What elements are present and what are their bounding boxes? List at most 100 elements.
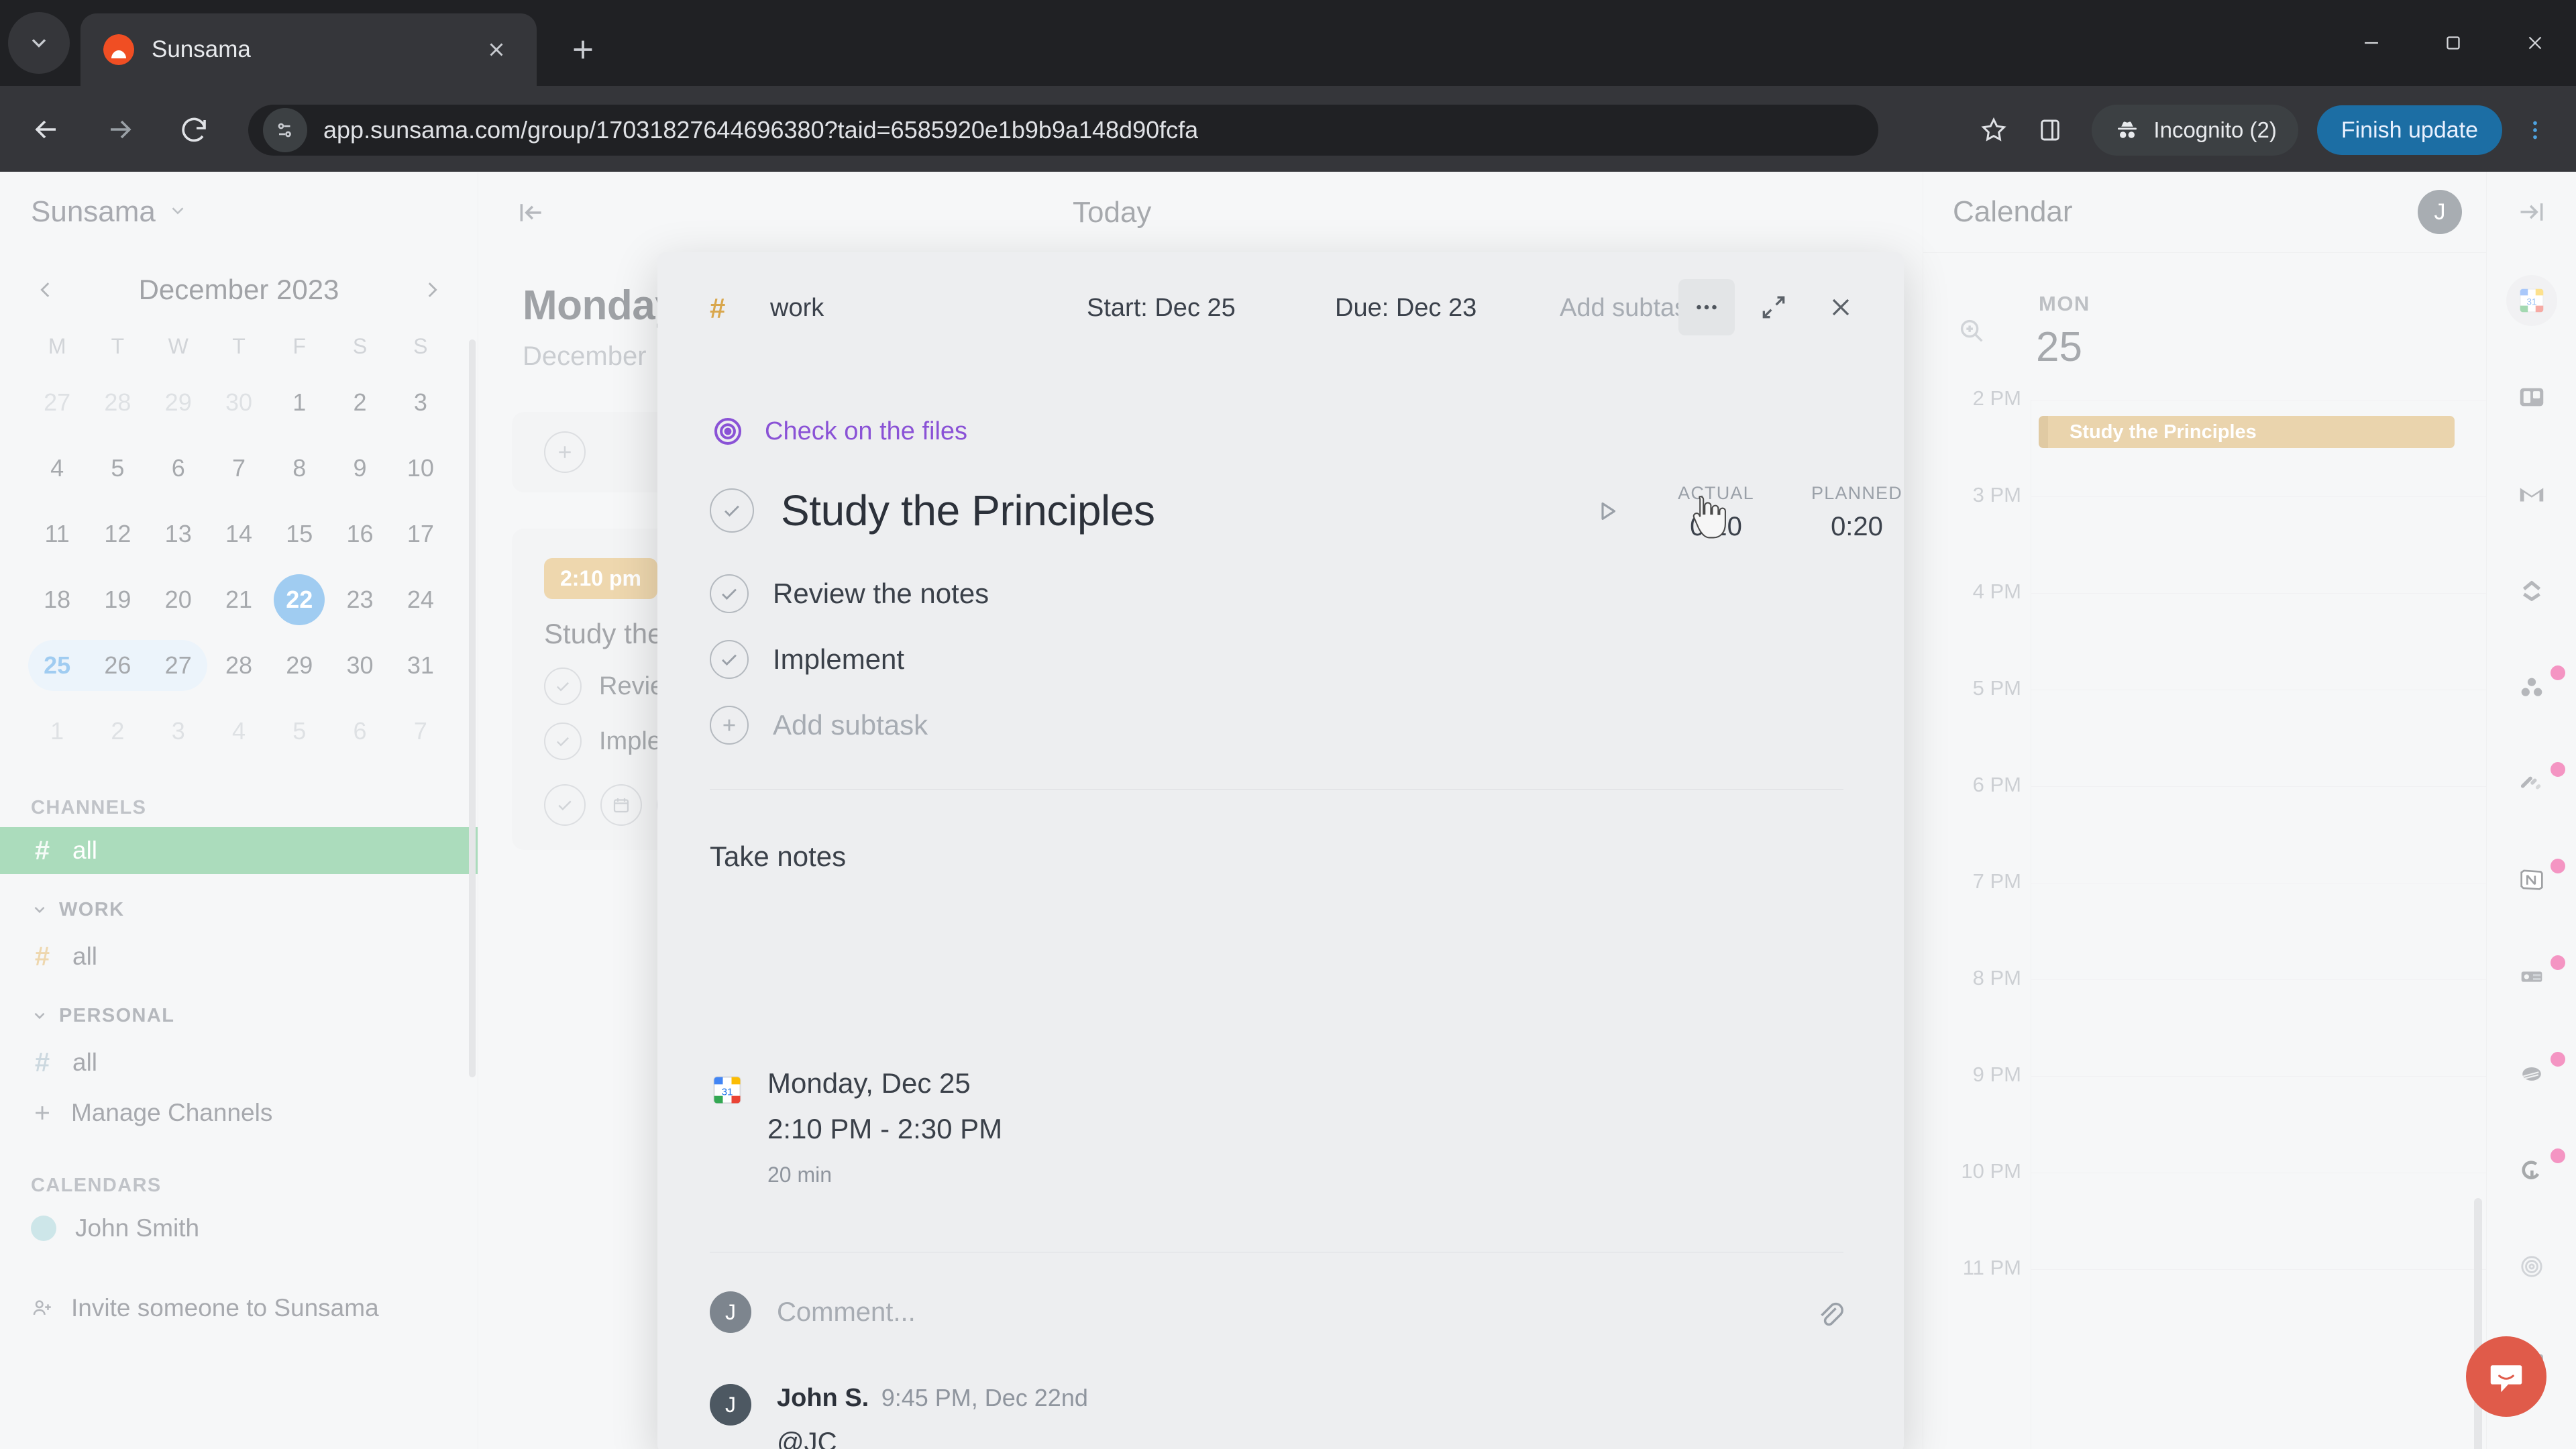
mini-calendar-day[interactable]: 2 (329, 372, 390, 433)
bookmark-button[interactable] (1968, 105, 2019, 156)
sidebar-group-work[interactable]: WORK (0, 886, 478, 933)
collapse-sidebar-button[interactable] (511, 192, 552, 233)
check-circle-icon[interactable] (544, 722, 582, 760)
mini-calendar-day[interactable]: 27 (27, 372, 87, 433)
mini-calendar-day[interactable]: 31 (390, 635, 451, 696)
calendar-hour-row[interactable]: 7 PM (1923, 869, 2487, 979)
mini-calendar-day[interactable]: 14 (209, 503, 269, 565)
mini-calendar-day[interactable]: 8 (269, 437, 329, 499)
mini-calendar-day[interactable]: 3 (148, 700, 209, 762)
mini-calendar-day[interactable]: 10 (390, 437, 451, 499)
calendar-icon[interactable] (600, 784, 642, 826)
expand-panel-button[interactable] (2487, 172, 2576, 252)
reload-button[interactable] (173, 109, 215, 150)
mini-calendar-day[interactable]: 1 (269, 372, 329, 433)
linked-calendar-event[interactable]: 31 Monday, Dec 25 2:10 PM - 2:30 PM 20 m… (710, 1067, 1904, 1187)
start-date-button[interactable]: Start: Dec 25 (1087, 294, 1236, 323)
intercom-chat-button[interactable] (2466, 1336, 2546, 1417)
calendar-scrollbar[interactable] (2474, 1198, 2482, 1449)
mini-calendar-day[interactable]: 13 (148, 503, 209, 565)
mini-calendar-day[interactable]: 1 (27, 700, 87, 762)
address-bar[interactable]: app.sunsama.com/group/17031827644696380?… (248, 105, 1878, 156)
finish-update-button[interactable]: Finish update (2316, 105, 2502, 155)
calendar-hour-row[interactable]: 11 PM (1923, 1256, 2487, 1366)
browser-tab[interactable]: Sunsama (80, 13, 537, 86)
mini-calendar-day[interactable]: 7 (390, 700, 451, 762)
prev-month-button[interactable] (27, 271, 64, 309)
sidebar-scrollbar[interactable] (469, 339, 476, 1077)
invite-button[interactable]: Invite someone to Sunsama (0, 1281, 478, 1335)
avatar[interactable]: J (2418, 190, 2462, 234)
mini-calendar-day[interactable]: 3 (390, 372, 451, 433)
forward-button[interactable] (99, 109, 141, 150)
check-circle-icon[interactable] (544, 667, 582, 705)
browser-menu-button[interactable] (2512, 105, 2559, 156)
check-circle-icon[interactable] (710, 640, 749, 679)
sidebar-item-calendar-account[interactable]: John Smith (0, 1205, 478, 1252)
rail-item-gmail[interactable] (2487, 445, 2576, 542)
today-label[interactable]: Today (1073, 196, 1151, 229)
rail-item-clickup[interactable] (2487, 542, 2576, 639)
maximize-button[interactable] (2412, 0, 2494, 86)
mini-calendar-day[interactable]: 4 (209, 700, 269, 762)
mini-calendar-day[interactable]: 25 (27, 635, 92, 696)
attach-file-button[interactable] (1810, 1294, 1849, 1333)
start-timer-button[interactable] (1589, 492, 1626, 530)
rail-item-trello[interactable] (2487, 349, 2576, 445)
next-month-button[interactable] (413, 271, 451, 309)
mini-calendar-day[interactable]: 6 (329, 700, 390, 762)
rail-item-todoist[interactable] (2487, 1218, 2576, 1315)
modal-subtask[interactable]: Review the notes (710, 574, 1904, 613)
mini-calendar-day[interactable]: 23 (329, 569, 390, 631)
mini-calendar-day[interactable]: 28 (87, 372, 148, 433)
mini-calendar-day[interactable]: 12 (87, 503, 148, 565)
mini-calendar-day[interactable]: 16 (329, 503, 390, 565)
calendar-hour-row[interactable]: 6 PM (1923, 773, 2487, 883)
mini-calendar-day[interactable]: 11 (27, 503, 87, 565)
page-settings-icon[interactable] (263, 108, 307, 152)
rail-item-jira[interactable] (2487, 928, 2576, 1025)
mini-calendar-day[interactable]: 24 (390, 569, 451, 631)
add-subtask-row[interactable]: Add subtask (710, 706, 1904, 745)
due-date-button[interactable]: Due: Dec 23 (1335, 294, 1477, 323)
side-panel-button[interactable] (2025, 105, 2076, 156)
rail-item-asana[interactable] (2487, 639, 2576, 735)
sidebar-group-personal[interactable]: PERSONAL (0, 992, 478, 1039)
calendar-hour-row[interactable]: 9 PM (1923, 1063, 2487, 1173)
check-circle-icon[interactable] (710, 488, 754, 533)
manage-channels-button[interactable]: Manage Channels (0, 1086, 478, 1140)
mini-calendar-day[interactable]: 9 (329, 437, 390, 499)
mini-calendar-day[interactable]: 6 (148, 437, 209, 499)
calendar-hour-row[interactable]: 3 PM (1923, 483, 2487, 593)
comment-input[interactable]: Comment... (777, 1297, 916, 1328)
calendar-hour-row[interactable]: 10 PM (1923, 1159, 2487, 1269)
mini-calendar-day[interactable]: 5 (269, 700, 329, 762)
check-icon[interactable] (544, 784, 586, 826)
mini-calendar-day[interactable]: 20 (148, 569, 209, 631)
calendar-grid[interactable]: 2 PM 3 PM 4 PM 5 PM 6 PM 7 PM 8 PM 9 PM 10 PM 11 … (1923, 386, 2487, 1449)
minimize-button[interactable] (2330, 0, 2412, 86)
new-tab-button[interactable] (560, 27, 606, 72)
zoom-in-icon[interactable] (1951, 311, 1992, 351)
mini-calendar-day[interactable]: 30 (329, 635, 390, 696)
rail-item-notion[interactable] (2487, 832, 2576, 928)
expand-modal-button[interactable] (1748, 282, 1799, 333)
close-window-button[interactable] (2494, 0, 2576, 86)
task-title[interactable]: Study the Principles (781, 486, 1155, 535)
rail-item-google-calendar[interactable]: 31 (2487, 252, 2576, 349)
sidebar-header[interactable]: Sunsama (0, 172, 478, 252)
rail-item-linear[interactable] (2487, 735, 2576, 832)
more-options-button[interactable] (1678, 279, 1735, 335)
mini-calendar-day[interactable]: 15 (269, 503, 329, 565)
mini-calendar-day[interactable]: 26 (83, 635, 152, 696)
calendar-hour-row[interactable]: 2 PM (1923, 386, 2487, 496)
sidebar-item-all-channels[interactable]: # all (0, 827, 478, 874)
sidebar-item-work-all[interactable]: # all (0, 933, 478, 980)
mini-calendar-day[interactable]: 22 (269, 569, 329, 631)
calendar-hour-row[interactable]: 4 PM (1923, 580, 2487, 690)
close-modal-button[interactable] (1815, 282, 1866, 333)
calendar-hour-row[interactable]: 5 PM (1923, 676, 2487, 786)
mini-calendar-day[interactable]: 29 (269, 635, 329, 696)
mini-calendar-day[interactable]: 29 (148, 372, 209, 433)
mini-calendar-day[interactable]: 5 (87, 437, 148, 499)
